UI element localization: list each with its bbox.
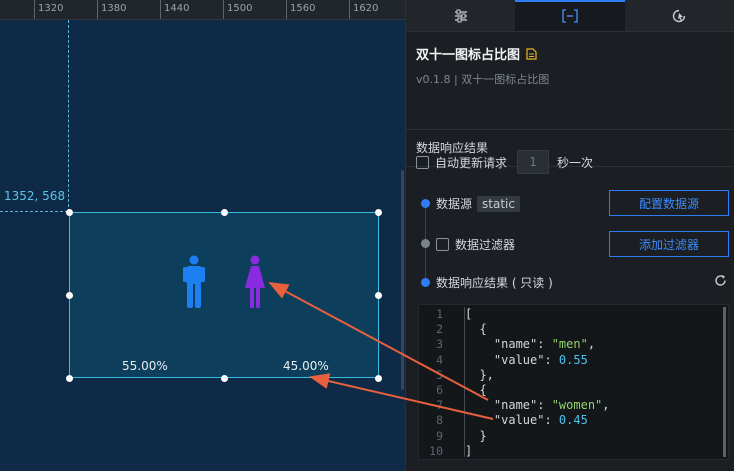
ruler-tick (223, 0, 224, 19)
code-line: } (465, 428, 487, 443)
line-number: 8 (436, 413, 443, 428)
step-dot-datasource (421, 199, 430, 208)
line-number: 4 (436, 352, 443, 367)
panel-tabs (406, 0, 734, 32)
tab-style[interactable] (406, 0, 515, 31)
json-name-value: "men" (551, 337, 588, 352)
horizontal-ruler[interactable]: 1320 1380 1440 1500 1560 1620 (0, 0, 405, 20)
tab-interaction[interactable] (625, 0, 734, 31)
position-readout: 1352, 568 (4, 189, 66, 203)
step-dot-filter (421, 239, 430, 248)
json-number-value: 0.55 (558, 352, 588, 367)
json-number-value: 0.45 (558, 413, 588, 428)
interaction-icon (673, 9, 686, 22)
step-dot-result (421, 278, 430, 287)
line-number: 7 (436, 398, 443, 413)
auto-update-label: 自动更新请求 (435, 155, 508, 170)
resize-handle-bottom-left[interactable] (66, 375, 73, 382)
config-datasource-button[interactable]: 配置数据源 (609, 190, 729, 216)
code-line: "name": "women", (465, 398, 610, 413)
data-bracket-icon (562, 8, 578, 23)
ruler-tick (286, 0, 287, 19)
ruler-tick (160, 0, 161, 19)
alignment-guide-horizontal (0, 211, 68, 212)
resize-handle-right[interactable] (375, 292, 382, 299)
resize-handle-bottom-right[interactable] (375, 375, 382, 382)
json-name-value: "women" (551, 398, 603, 413)
ruler-tick-label: 1500 (227, 3, 253, 14)
line-number-gutter: 1 2 3 4 5 6 7 8 9 10 (419, 307, 447, 459)
sliders-icon (454, 9, 467, 22)
resize-handle-top-right[interactable] (375, 209, 382, 216)
resize-handle-top-left[interactable] (66, 209, 73, 216)
interval-unit: 秒一次 (557, 155, 594, 170)
datasource-row: 数据源 static (436, 195, 520, 212)
ruler-tick (34, 0, 35, 19)
percent-label-women: 45.00% (283, 359, 329, 373)
ruler-tick-label: 1620 (353, 3, 379, 14)
code-line: { (465, 322, 487, 337)
config-panel: 双十一图标占比图 v0.1.8 | 双十一图标占比图 数据响应结果 自动更新请求… (405, 0, 734, 471)
code-line: "name": "men", (465, 337, 596, 352)
filter-label: 数据过滤器 (455, 238, 516, 252)
filter-checkbox[interactable] (436, 238, 449, 251)
editor-canvas[interactable]: 1320 1380 1440 1500 1560 1620 1352, 568 (0, 0, 405, 471)
ruler-tick (349, 0, 350, 19)
ruler-tick (97, 0, 98, 19)
component-version: v0.1.8 | 双十一图标占比图 (416, 73, 550, 86)
code-line: { (465, 382, 487, 397)
add-filter-button[interactable]: 添加过滤器 (609, 231, 729, 257)
tab-data[interactable] (515, 0, 625, 31)
ruler-tick-label: 1380 (101, 3, 127, 14)
percent-label-men: 55.00% (122, 359, 168, 373)
alignment-guide-vertical (68, 20, 69, 212)
man-icon (183, 255, 205, 308)
doc-icon[interactable] (526, 47, 537, 60)
resize-handle-left[interactable] (66, 292, 73, 299)
app-root: 1320 1380 1440 1500 1560 1620 1352, 568 (0, 0, 734, 471)
code-scrollbar[interactable] (723, 307, 726, 457)
refresh-icon[interactable] (714, 274, 727, 287)
json-lines: [ { "name": "men", "value": 0.55 }, { "n… (465, 307, 610, 459)
resize-handle-top[interactable] (221, 209, 228, 216)
code-line: [ (465, 307, 473, 321)
line-number: 1 (436, 307, 443, 321)
component-title: 双十一图标占比图 (416, 48, 521, 63)
line-number: 5 (436, 367, 443, 382)
code-line: ] (465, 443, 473, 458)
line-number: 6 (436, 382, 443, 397)
ruler-tick-label: 1440 (164, 3, 190, 14)
json-result-viewer[interactable]: 1 2 3 4 5 6 7 8 9 10 [ { "name": "men", … (418, 304, 729, 460)
component-header: 双十一图标占比图 v0.1.8 | 双十一图标占比图 (406, 32, 734, 130)
interval-input[interactable]: 1 (517, 150, 550, 174)
selected-widget[interactable]: 55.00% 45.00% (66, 209, 382, 382)
ruler-tick-label: 1560 (290, 3, 316, 14)
resize-handle-bottom[interactable] (221, 375, 228, 382)
code-line: "value": 0.45 (465, 413, 588, 428)
line-number: 3 (436, 337, 443, 352)
filter-row: 数据过滤器 (436, 236, 515, 253)
code-line: "value": 0.55 (465, 352, 588, 367)
line-number: 10 (429, 443, 443, 458)
auto-update-row: 自动更新请求 1 秒一次 (416, 150, 593, 174)
auto-update-checkbox[interactable] (416, 155, 429, 169)
result-label: 数据响应结果 ( 只读 ) (436, 276, 553, 290)
result-row: 数据响应结果 ( 只读 ) (436, 274, 553, 291)
datasource-label: 数据源 (436, 197, 473, 211)
line-number: 9 (436, 428, 443, 443)
canvas-scrollbar[interactable] (401, 170, 404, 390)
ruler-tick-label: 1320 (38, 3, 64, 14)
datasource-type-badge: static (477, 195, 520, 212)
code-line: }, (465, 367, 494, 382)
line-number: 2 (436, 322, 443, 337)
woman-icon (245, 255, 265, 308)
